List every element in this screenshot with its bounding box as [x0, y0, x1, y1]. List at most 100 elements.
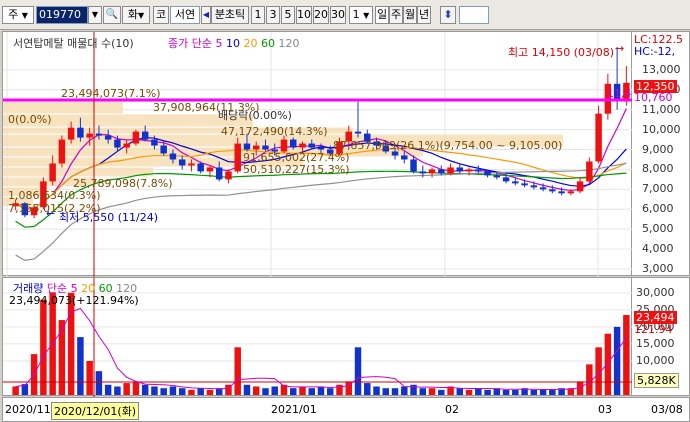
volume-axis: 30,000 25,000 20,000 15,000 10,000 23,494 12…: [632, 277, 690, 396]
volume-bar: [465, 389, 473, 395]
price-chart-pane[interactable]: 서연탑메탈 매물대 수(10) 종가 단순 5 10 20 60 120 최고 …: [2, 31, 639, 277]
price-tick-label: 13,000: [642, 62, 681, 76]
price-tick-label: 9,000: [642, 142, 674, 156]
interval-select[interactable]: 1 ▼: [349, 6, 373, 24]
extra-input[interactable]: [459, 6, 489, 24]
corner-button[interactable]: 코: [153, 6, 169, 24]
chevron-down-icon: ▼: [137, 11, 145, 20]
volume-current-label: 23,494,073(+121.94%): [9, 294, 139, 307]
period-button-1[interactable]: 1: [251, 6, 265, 24]
x-label-03: 03: [598, 403, 612, 416]
period-button-5[interactable]: 5: [281, 6, 295, 24]
stock-code-dropdown-button[interactable]: ▼: [88, 6, 102, 24]
candle-body: [197, 163, 204, 172]
volume-bar: [86, 360, 93, 395]
volume-bar: [243, 384, 251, 395]
price-tick-label: 5,000: [642, 222, 674, 236]
updown-icon[interactable]: ⬍: [440, 6, 456, 24]
tab-day[interactable]: 일: [375, 6, 389, 24]
candle-body: [401, 155, 408, 160]
x-label-03-08: 03/08: [651, 403, 683, 416]
toolbar: 주 ▼ 019770 ▼ 🔍 화▼ 코 서연 ◀ 분초틱 1 3 5 10 20…: [0, 0, 690, 30]
candle-body: [114, 139, 121, 148]
period-button-30[interactable]: 30: [330, 6, 346, 24]
ma-legend-120: 120: [278, 37, 300, 50]
candle-body: [290, 139, 297, 148]
unit-button[interactable]: 분초틱: [211, 6, 249, 24]
stock-name-field[interactable]: 서연: [170, 6, 200, 24]
volume-chart-pane[interactable]: 거래량 단순 5 20 60 120 23,494,073(+121.94%): [2, 277, 633, 397]
x-label-02: 02: [445, 403, 459, 416]
candle-body: [438, 169, 445, 174]
tab-month[interactable]: 월: [403, 6, 417, 24]
volume-bar: [456, 388, 464, 395]
axis-hc-label: HC:-12,: [634, 45, 676, 58]
volume-bar: [151, 386, 158, 395]
volume-tick-label: 30,000: [636, 285, 675, 299]
volume-profile-band: [3, 167, 153, 177]
candle-body: [206, 167, 214, 172]
volume-bar: [197, 388, 204, 395]
candle-body: [475, 169, 482, 172]
volume-bar: [160, 388, 167, 395]
tab-year[interactable]: 년: [417, 6, 431, 24]
candle-body: [456, 167, 464, 172]
volume-tick-label: 15,000: [636, 336, 675, 350]
volume-bar: [401, 386, 408, 395]
volume-bar: [373, 386, 380, 395]
vp-label-9: 7,155,015(2.2%): [8, 202, 101, 215]
price-tick-label: 7,000: [642, 182, 674, 196]
candle-body: [576, 181, 584, 192]
volume-bar: [58, 320, 66, 395]
candle-body: [49, 163, 56, 182]
candle-body: [586, 161, 593, 182]
market-select-label: 주: [8, 8, 19, 21]
line-price-badge: 10,760: [634, 91, 673, 104]
candle-body: [169, 153, 177, 160]
chevron-down-icon: ▼: [21, 11, 28, 20]
candle-body: [410, 159, 417, 172]
candle-body: [354, 131, 362, 134]
market-select[interactable]: 주 ▼: [2, 6, 34, 24]
candle-body: [160, 145, 167, 154]
candle-body: [493, 175, 501, 178]
search-icon[interactable]: 🔍: [103, 6, 121, 24]
vp-label-8: 25,789,098(7.8%): [73, 177, 173, 190]
preset-button[interactable]: 화▼: [122, 6, 150, 24]
candle-body: [317, 147, 325, 150]
period-button-20[interactable]: 20: [313, 6, 329, 24]
period-button-3[interactable]: 3: [266, 6, 280, 24]
tab-week[interactable]: 주: [389, 6, 403, 24]
candle-body: [549, 189, 556, 192]
candle-body: [77, 127, 84, 138]
volume-bar: [475, 388, 482, 395]
candle-body: [225, 171, 232, 180]
candle-body: [132, 131, 140, 144]
ma-legend-60: 60: [260, 37, 275, 50]
high-price-label: 최고 14,150 (03/08): [508, 46, 615, 59]
candle-body: [86, 133, 93, 138]
volume-bar: [169, 386, 177, 395]
candle-body: [252, 145, 260, 150]
candle-body: [178, 159, 186, 166]
stock-code-input[interactable]: 019770: [36, 6, 88, 24]
volume-bar: [438, 389, 445, 395]
price-tick-label: 10,000: [642, 122, 681, 136]
interval-select-value: 1: [352, 8, 360, 21]
candle-body: [521, 183, 528, 186]
candle-body: [502, 177, 510, 182]
candle-body: [262, 145, 269, 150]
volume-bar: [178, 388, 186, 395]
prev-arrow-icon[interactable]: ◀: [201, 6, 211, 24]
candle-body: [299, 143, 306, 148]
candle-body: [512, 181, 519, 184]
period-button-10[interactable]: 10: [296, 6, 312, 24]
chevron-down-icon: ▼: [363, 11, 370, 20]
candle-body: [308, 143, 315, 148]
volume-bar: [604, 333, 612, 395]
candle-body: [419, 171, 427, 174]
volume-bar: [530, 389, 538, 395]
volume-bar: [40, 299, 47, 395]
volume-profile-band: [3, 101, 123, 114]
preset-button-label: 화: [127, 8, 138, 21]
